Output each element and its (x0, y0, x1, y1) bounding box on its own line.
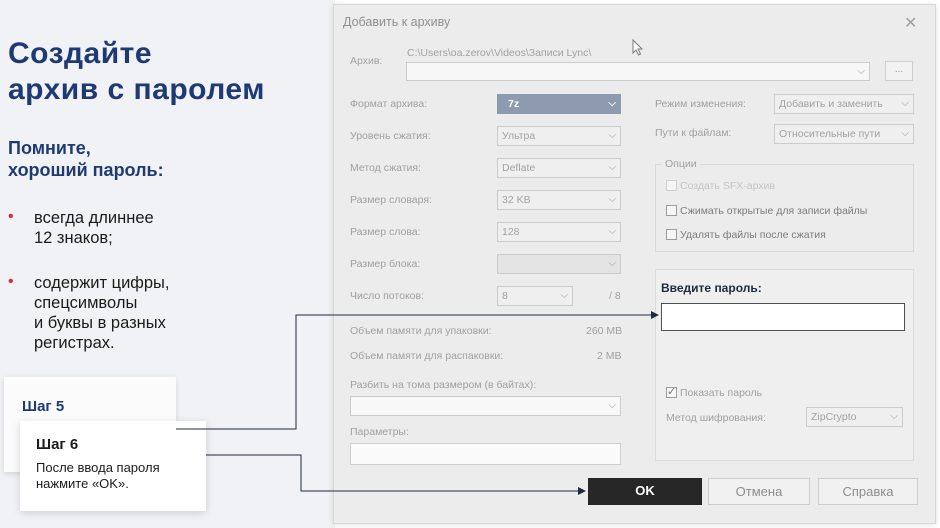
step5-connector-line (176, 311, 659, 430)
step6-connector-line (206, 454, 586, 495)
callout-connectors (176, 311, 659, 495)
